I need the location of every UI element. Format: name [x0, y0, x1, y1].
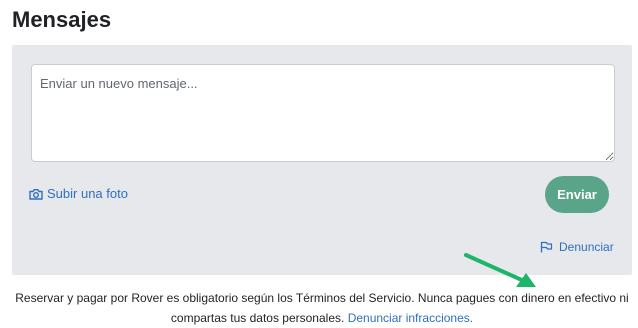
footer-note: Reservar y pagar por Rover es obligatori… — [12, 288, 632, 328]
send-button[interactable]: Enviar — [545, 176, 609, 213]
green-arrow-annotation — [464, 253, 536, 287]
message-composer-panel: Subir una foto Enviar Denunciar — [12, 45, 632, 287]
upload-photo-label: Subir una foto — [47, 186, 128, 201]
report-violations-link[interactable]: Denunciar infracciones. — [348, 311, 473, 325]
upload-photo-link[interactable]: Subir una foto — [29, 186, 128, 201]
message-input[interactable] — [31, 64, 615, 162]
report-link[interactable]: Denunciar — [540, 240, 614, 254]
page-title: Mensajes — [12, 7, 112, 32]
camera-icon — [29, 188, 43, 200]
report-label: Denunciar — [559, 240, 614, 254]
footer-text: Reservar y pagar por Rover es obligatori… — [15, 291, 629, 325]
messages-page: Mensajes Subir una foto Enviar Denunciar — [0, 0, 638, 328]
flag-icon — [540, 241, 553, 253]
